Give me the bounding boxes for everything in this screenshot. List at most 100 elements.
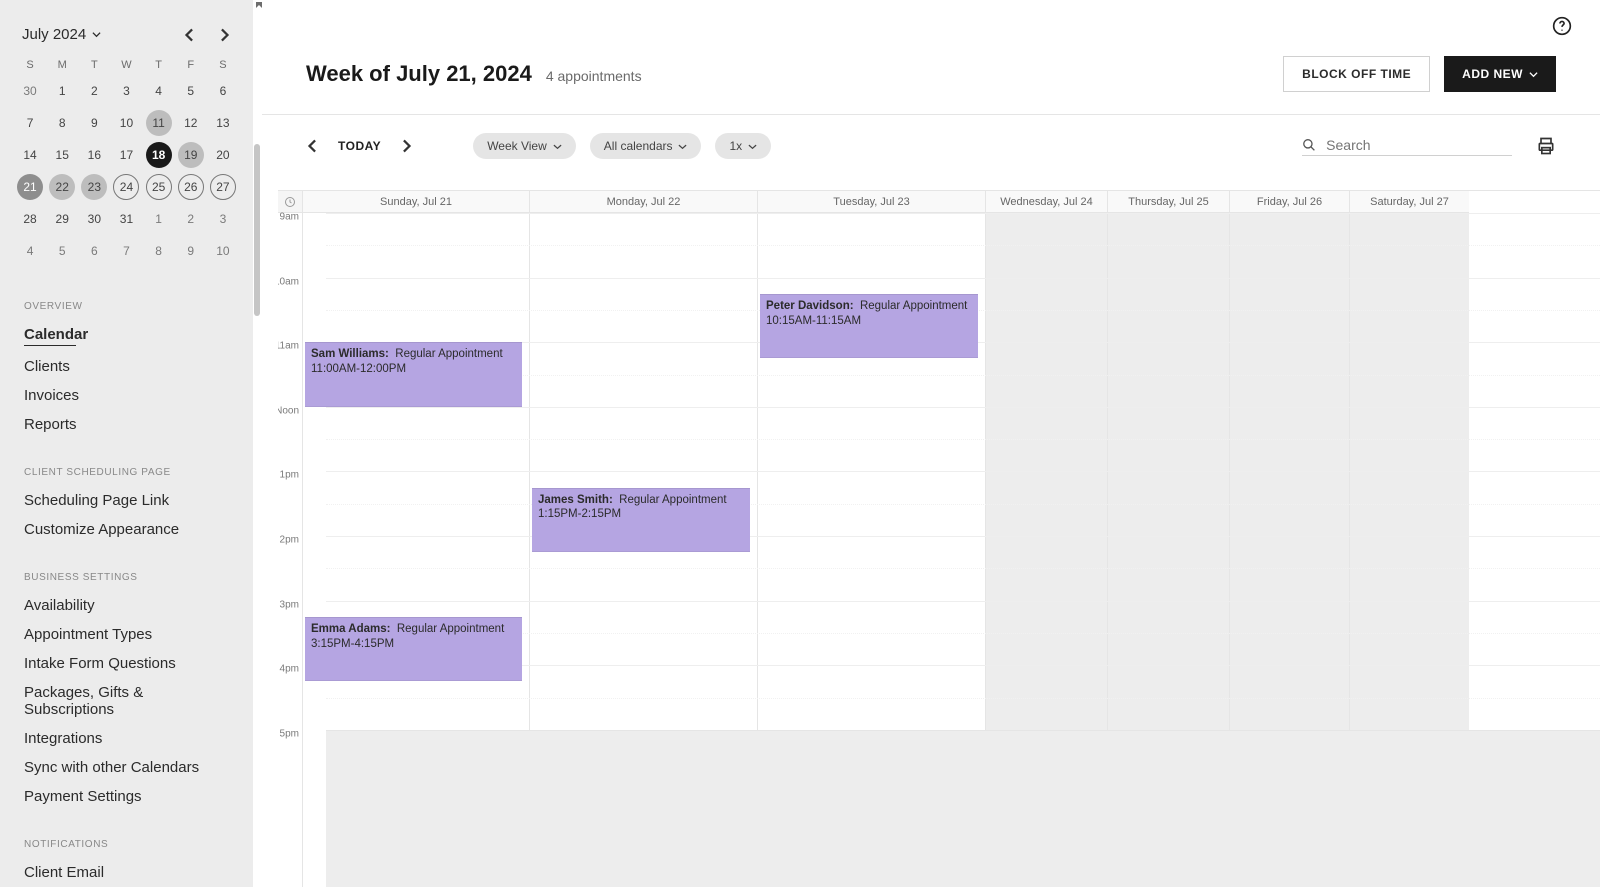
sidebar-item-payment-settings[interactable]: Payment Settings — [0, 782, 253, 811]
today-button[interactable]: TODAY — [338, 139, 381, 153]
sidebar-item-packages-gifts-subscriptions[interactable]: Packages, Gifts & Subscriptions — [0, 678, 253, 724]
mini-day[interactable]: 16 — [78, 141, 110, 169]
mini-day[interactable]: 12 — [175, 109, 207, 137]
mini-day[interactable]: 5 — [46, 237, 78, 265]
block-off-time-button[interactable]: BLOCK OFF TIME — [1283, 56, 1430, 92]
sidebar-item-customize-appearance[interactable]: Customize Appearance — [0, 515, 253, 544]
time-label: Noon — [278, 405, 299, 416]
chevron-down-icon — [748, 142, 757, 151]
mini-day[interactable]: 19 — [175, 141, 207, 169]
day-header: Wednesday, Jul 24 — [985, 191, 1107, 213]
sidebar-item-sync-with-other-calendars[interactable]: Sync with other Calendars — [0, 753, 253, 782]
search-input[interactable] — [1326, 137, 1512, 153]
sidebar-scrollbar[interactable] — [254, 144, 260, 316]
mini-day[interactable]: 31 — [110, 205, 142, 233]
mini-day[interactable]: 14 — [14, 141, 46, 169]
mini-day[interactable]: 27 — [207, 173, 239, 201]
mini-day[interactable]: 3 — [110, 77, 142, 105]
mini-day[interactable]: 4 — [143, 77, 175, 105]
day-header: Monday, Jul 22 — [529, 191, 757, 213]
print-icon[interactable] — [1536, 136, 1556, 156]
mini-day[interactable]: 11 — [143, 109, 175, 137]
clock-icon — [284, 196, 296, 208]
mini-day[interactable]: 30 — [14, 77, 46, 105]
day-header: Tuesday, Jul 23 — [757, 191, 985, 213]
mini-calendar: SMTWTFS 30123456789101112131415161718192… — [0, 53, 253, 265]
week-prev-icon[interactable] — [306, 139, 320, 153]
sidebar-item-appointment-types[interactable]: Appointment Types — [0, 620, 253, 649]
mini-day[interactable]: 23 — [78, 173, 110, 201]
sidebar-item-client-email[interactable]: Client Email — [0, 858, 253, 887]
mini-day[interactable]: 2 — [175, 205, 207, 233]
month-prev-icon[interactable] — [183, 28, 197, 42]
mini-day[interactable]: 24 — [110, 173, 142, 201]
mini-day[interactable]: 17 — [110, 141, 142, 169]
main: Week of July 21, 2024 4 appointments BLO… — [262, 0, 1600, 887]
day-header: Sunday, Jul 21 — [302, 191, 529, 213]
search-icon — [1302, 137, 1316, 153]
mini-day[interactable]: 26 — [175, 173, 207, 201]
mini-day[interactable]: 18 — [143, 141, 175, 169]
mini-day[interactable]: 10 — [110, 109, 142, 137]
sidebar-section-label: CLIENT SCHEDULING PAGE — [0, 439, 253, 486]
mini-day[interactable]: 3 — [207, 205, 239, 233]
zoom-pill[interactable]: 1x — [715, 133, 771, 159]
month-picker-header: July 2024 — [0, 26, 253, 43]
mini-day[interactable]: 20 — [207, 141, 239, 169]
mini-day[interactable]: 9 — [175, 237, 207, 265]
mini-day[interactable]: 6 — [207, 77, 239, 105]
mini-day[interactable]: 1 — [46, 77, 78, 105]
calendar-grid: Sunday, Jul 21Monday, Jul 22Tuesday, Jul… — [278, 190, 1600, 887]
calendars-pill-label: All calendars — [604, 139, 673, 153]
mini-day[interactable]: 10 — [207, 237, 239, 265]
add-new-button[interactable]: ADD NEW — [1444, 56, 1556, 92]
mini-day[interactable]: 4 — [14, 237, 46, 265]
zoom-pill-label: 1x — [729, 139, 742, 153]
sidebar-item-intake-form-questions[interactable]: Intake Form Questions — [0, 649, 253, 678]
week-next-icon[interactable] — [399, 139, 413, 153]
sidebar-item-invoices[interactable]: Invoices — [0, 381, 253, 410]
calendars-pill[interactable]: All calendars — [590, 133, 702, 159]
mini-day[interactable]: 6 — [78, 237, 110, 265]
mini-day[interactable]: 30 — [78, 205, 110, 233]
help-icon[interactable] — [1552, 16, 1572, 36]
mini-day[interactable]: 13 — [207, 109, 239, 137]
mini-day[interactable]: 7 — [110, 237, 142, 265]
appointment[interactable]: Emma Adams: Regular Appointment3:15PM-4:… — [305, 617, 522, 682]
mini-day[interactable]: 7 — [14, 109, 46, 137]
mini-day[interactable]: 29 — [46, 205, 78, 233]
mini-day[interactable]: 1 — [143, 205, 175, 233]
mini-day[interactable]: 28 — [14, 205, 46, 233]
mini-day[interactable]: 5 — [175, 77, 207, 105]
mini-day[interactable]: 22 — [46, 173, 78, 201]
mini-day[interactable]: 8 — [46, 109, 78, 137]
sidebar-item-calendar[interactable]: Calendar — [0, 320, 253, 352]
mini-dow: M — [46, 53, 78, 77]
appointment-count: 4 appointments — [546, 68, 642, 84]
view-pill[interactable]: Week View — [473, 133, 576, 159]
time-label: 10am — [278, 276, 299, 287]
mini-dow: T — [78, 53, 110, 77]
sidebar-item-reports[interactable]: Reports — [0, 410, 253, 439]
mini-dow: S — [14, 53, 46, 77]
mini-day[interactable]: 15 — [46, 141, 78, 169]
month-next-icon[interactable] — [217, 28, 231, 42]
month-label-button[interactable]: July 2024 — [22, 26, 101, 43]
mini-day[interactable]: 21 — [14, 173, 46, 201]
sidebar-section-label: NOTIFICATIONS — [0, 811, 253, 858]
mini-day[interactable]: 2 — [78, 77, 110, 105]
sidebar-item-availability[interactable]: Availability — [0, 591, 253, 620]
sidebar-item-clients[interactable]: Clients — [0, 352, 253, 381]
appointment[interactable]: James Smith: Regular Appointment1:15PM-2… — [532, 488, 750, 553]
search-field[interactable] — [1302, 137, 1512, 156]
mini-day[interactable]: 9 — [78, 109, 110, 137]
appointment[interactable]: Sam Williams: Regular Appointment11:00AM… — [305, 342, 522, 407]
time-label: 3pm — [280, 599, 299, 610]
sidebar-item-scheduling-page-link[interactable]: Scheduling Page Link — [0, 486, 253, 515]
mini-day[interactable]: 25 — [143, 173, 175, 201]
chevron-down-icon — [553, 142, 562, 151]
mini-day[interactable]: 8 — [143, 237, 175, 265]
sidebar-section-label: BUSINESS SETTINGS — [0, 544, 253, 591]
appointment[interactable]: Peter Davidson: Regular Appointment10:15… — [760, 294, 978, 359]
sidebar-item-integrations[interactable]: Integrations — [0, 724, 253, 753]
